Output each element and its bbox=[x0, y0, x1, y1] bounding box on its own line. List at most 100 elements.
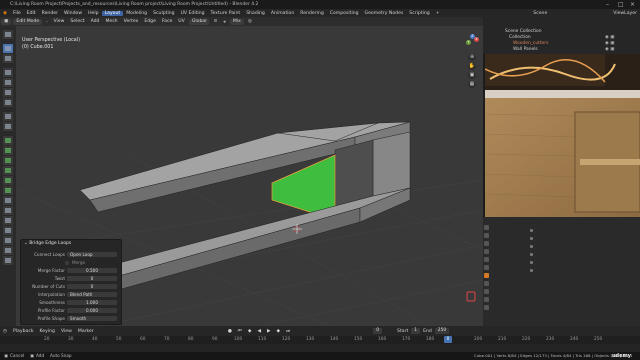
menu-vertex[interactable]: Vertex bbox=[121, 19, 142, 24]
smooth-tool-icon[interactable] bbox=[3, 216, 13, 225]
navigation-gizmo[interactable]: X Y Z bbox=[464, 34, 480, 50]
transform-orientation-dropdown[interactable]: Global bbox=[188, 18, 210, 25]
pivot-icon[interactable]: ⊙ bbox=[210, 19, 220, 24]
jump-end-icon[interactable]: ⏭ bbox=[283, 328, 293, 334]
workspace-tab-modeling[interactable]: Modeling bbox=[123, 11, 150, 16]
play-icon[interactable]: ▶ bbox=[264, 329, 274, 334]
knife-tool-icon[interactable] bbox=[3, 186, 13, 195]
editor-type-icon[interactable]: ▣ bbox=[1, 18, 12, 25]
zoom-icon[interactable]: ⊕ bbox=[468, 54, 476, 61]
mesh-bottom-front-face[interactable] bbox=[111, 207, 361, 291]
edge-slide-tool-icon[interactable] bbox=[3, 226, 13, 235]
timeline-body[interactable] bbox=[0, 344, 640, 352]
start-frame-field[interactable]: 1 bbox=[411, 328, 421, 334]
workspace-tab-scripting[interactable]: Scripting bbox=[406, 11, 432, 16]
pan-hand-icon[interactable]: ✋ bbox=[468, 63, 476, 70]
timeline-view-menu[interactable]: View bbox=[58, 329, 75, 334]
workspace-tab-compositing[interactable]: Compositing bbox=[327, 11, 362, 16]
proportional-edit-icon[interactable]: ◎ bbox=[245, 19, 255, 24]
playback-menu[interactable]: Playback bbox=[10, 329, 37, 334]
outliner-item-wooden-cutters[interactable]: Wooden_cutters bbox=[513, 41, 548, 46]
tool-properties-icon[interactable] bbox=[484, 225, 489, 230]
visibility-eye-icon[interactable]: ◉ ▣ bbox=[605, 35, 614, 40]
merge-checkbox[interactable] bbox=[65, 260, 69, 265]
menu-render[interactable]: Render bbox=[39, 11, 61, 16]
camera-icon[interactable]: ▣ bbox=[468, 72, 476, 79]
merge-factor-field[interactable]: 0.500 bbox=[67, 267, 117, 274]
visibility-eye-icon-2[interactable]: ◉ ▣ bbox=[605, 41, 614, 46]
physics-properties-icon[interactable] bbox=[484, 289, 489, 294]
timeline-editor-icon[interactable]: ◷ bbox=[0, 329, 10, 334]
poly-build-tool-icon[interactable] bbox=[3, 196, 13, 205]
snap-target-dropdown[interactable]: Mix bbox=[229, 18, 244, 25]
tweak-tool-icon[interactable] bbox=[3, 30, 13, 39]
measure-tool-icon[interactable] bbox=[3, 122, 13, 131]
workspace-tab-uv-editing[interactable]: UV Editing bbox=[178, 11, 208, 16]
render-properties-icon[interactable] bbox=[484, 233, 489, 238]
blender-logo-icon[interactable]: ◉ bbox=[0, 11, 10, 16]
workspace-tab-sculpting[interactable]: Sculpting bbox=[150, 11, 177, 16]
play-reverse-icon[interactable]: ◀ bbox=[254, 329, 264, 334]
menu-file[interactable]: File bbox=[10, 11, 24, 16]
gizmo-y-icon[interactable]: Y bbox=[466, 40, 471, 45]
camera-view-icon[interactable] bbox=[466, 291, 476, 302]
workspace-tab-texture-paint[interactable]: Texture Paint bbox=[208, 11, 244, 16]
vertex-select-icon[interactable]: ⬝ bbox=[43, 19, 50, 25]
menu-face[interactable]: Face bbox=[159, 19, 175, 24]
shear-tool-icon[interactable] bbox=[3, 246, 13, 255]
menu-select[interactable]: Select bbox=[67, 19, 87, 24]
rip-tool-icon[interactable] bbox=[3, 256, 13, 265]
current-frame-field[interactable]: 0 bbox=[373, 328, 383, 334]
operator-panel-title[interactable]: ⌄ Bridge Edge Loops bbox=[24, 241, 71, 246]
shrink-tool-icon[interactable] bbox=[3, 236, 13, 245]
data-properties-icon[interactable] bbox=[484, 297, 489, 302]
rotate-tool-icon[interactable] bbox=[3, 78, 13, 87]
end-frame-field[interactable]: 250 bbox=[434, 328, 450, 334]
menu-edge[interactable]: Edge bbox=[141, 19, 159, 24]
visibility-eye-icon-3[interactable]: ◉ ▣ bbox=[605, 47, 614, 52]
twist-field[interactable]: 0 bbox=[67, 275, 117, 282]
annotate-tool-icon[interactable] bbox=[3, 112, 13, 121]
spin-tool-icon[interactable] bbox=[3, 206, 13, 215]
menu-add[interactable]: Add bbox=[88, 19, 103, 24]
perspective-grid-icon[interactable]: ▦ bbox=[468, 81, 476, 88]
mode-selector[interactable]: Edit Mode bbox=[13, 18, 43, 25]
outliner-item-collection[interactable]: Collection bbox=[509, 35, 531, 40]
world-properties-icon[interactable] bbox=[484, 265, 489, 270]
record-icon[interactable]: ● bbox=[225, 329, 235, 334]
smoothness-field[interactable]: 1.000 bbox=[67, 299, 117, 306]
cursor-tool-icon[interactable] bbox=[3, 54, 13, 63]
workspace-tab-geometry-nodes[interactable]: Geometry Nodes bbox=[362, 11, 407, 16]
close-icon[interactable]: × bbox=[630, 0, 635, 9]
move-tool-icon[interactable] bbox=[3, 68, 13, 77]
workspace-tab-rendering[interactable]: Rendering bbox=[297, 11, 326, 16]
snap-icon[interactable]: ⌖ bbox=[220, 19, 229, 25]
menu-window[interactable]: Window bbox=[61, 11, 85, 16]
object-properties-icon[interactable] bbox=[484, 273, 489, 278]
playhead[interactable]: 0 bbox=[444, 336, 452, 343]
workspace-tab-animation[interactable]: Animation bbox=[268, 11, 297, 16]
connect-loops-dropdown[interactable]: Open Loop bbox=[67, 251, 117, 258]
gizmo-x-icon[interactable]: X bbox=[474, 37, 479, 42]
transform-tool-icon[interactable] bbox=[3, 98, 13, 107]
mesh-inner-face[interactable] bbox=[334, 139, 374, 207]
menu-view[interactable]: View bbox=[50, 19, 67, 24]
marker-menu[interactable]: Marker bbox=[75, 329, 97, 334]
menu-mesh[interactable]: Mesh bbox=[102, 19, 120, 24]
menu-uv[interactable]: UV bbox=[175, 19, 188, 24]
timeline-ruler[interactable]: 20 30 40 50 60 70 80 90 100 110 120 130 … bbox=[0, 336, 640, 344]
extrude-tool-icon[interactable] bbox=[3, 146, 13, 155]
keying-menu[interactable]: Keying bbox=[37, 329, 58, 334]
viewlayer-selector[interactable]: ViewLayer bbox=[610, 11, 640, 16]
view-layer-properties-icon[interactable] bbox=[484, 249, 489, 254]
maximize-icon[interactable]: □ bbox=[618, 0, 624, 9]
scale-tool-icon[interactable] bbox=[3, 88, 13, 97]
next-keyframe-icon[interactable]: ◆ bbox=[274, 329, 284, 334]
profile-shape-dropdown[interactable]: Smooth bbox=[67, 315, 117, 322]
number-of-cuts-field[interactable]: 0 bbox=[67, 283, 117, 290]
add-workspace-icon[interactable]: + bbox=[433, 11, 443, 16]
jump-start-icon[interactable]: ⏮ bbox=[235, 328, 245, 334]
scene-selector[interactable]: Scene bbox=[530, 11, 550, 16]
mesh-end-face[interactable] bbox=[372, 131, 411, 197]
material-properties-icon[interactable] bbox=[484, 305, 489, 310]
